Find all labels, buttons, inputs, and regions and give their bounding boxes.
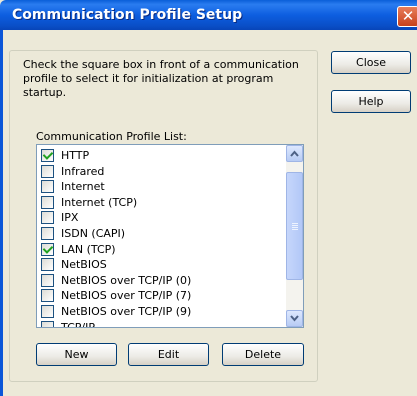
profile-checkbox[interactable] [41, 305, 54, 318]
edit-profile-button[interactable]: Edit [128, 343, 209, 366]
thumb-grip [292, 225, 298, 226]
profile-list-item[interactable]: ISDN (CAPI) [41, 226, 285, 242]
profile-checkbox[interactable] [41, 320, 54, 327]
profile-checkbox[interactable] [41, 149, 54, 162]
profile-label: IPX [61, 211, 79, 225]
window-title: Communication Profile Setup [12, 7, 243, 23]
profile-label: NetBIOS over TCP/IP (0) [61, 273, 192, 287]
thumb-grip [292, 227, 298, 228]
profile-list-item[interactable]: Infrared [41, 164, 285, 180]
profile-list-item[interactable]: Internet (TCP) [41, 195, 285, 211]
profile-list-item[interactable]: NetBIOS [41, 257, 285, 273]
profile-checkbox[interactable] [41, 273, 54, 287]
thumb-grip [292, 229, 298, 230]
profile-checkbox[interactable] [41, 227, 54, 240]
profile-label: Internet (TCP) [61, 195, 138, 209]
chevron-down-icon [290, 315, 299, 322]
profile-list-label: Communication Profile List: [36, 130, 187, 143]
close-button[interactable]: Close [331, 51, 411, 74]
profile-label: TCP/IP [61, 320, 95, 328]
profile-checkbox[interactable] [41, 180, 54, 194]
profile-checkbox[interactable] [41, 211, 54, 225]
chevron-up-icon [290, 150, 299, 157]
profile-label: ISDN (CAPI) [61, 227, 126, 240]
profile-listbox[interactable]: HTTP Infrared Internet Internet (TCP) IPX ISD… [36, 144, 304, 328]
help-button[interactable]: Help [331, 90, 411, 113]
window-close-button[interactable]: ✕ [397, 6, 417, 27]
profile-list-item[interactable]: IPX [41, 210, 285, 226]
profile-list-item[interactable]: Internet [41, 179, 285, 195]
scroll-down-button[interactable] [286, 310, 303, 327]
profile-label: LAN (TCP) [61, 242, 116, 256]
profile-list-item[interactable]: TCP/IP [41, 320, 285, 328]
profile-list-item[interactable]: NetBIOS over TCP/IP (7) [41, 288, 285, 304]
profile-checkbox[interactable] [41, 195, 54, 209]
profile-checkbox[interactable] [41, 242, 54, 256]
profile-label: HTTP [61, 149, 90, 162]
delete-profile-button[interactable]: Delete [222, 343, 304, 366]
profile-list-item[interactable]: HTTP [41, 148, 285, 164]
scroll-thumb[interactable] [286, 172, 303, 280]
instructions-text: Check the square box in front of a commu… [23, 58, 299, 99]
close-icon: ✕ [401, 7, 415, 25]
new-profile-button[interactable]: New [36, 343, 117, 366]
profile-label: Infrared [61, 164, 105, 178]
thumb-grip [292, 223, 298, 224]
title-bar[interactable]: Communication Profile Setup ✕ [0, 0, 417, 30]
profile-checkbox[interactable] [41, 289, 54, 303]
profile-list-item[interactable]: NetBIOS over TCP/IP (0) [41, 273, 285, 289]
scroll-up-button[interactable] [286, 145, 303, 162]
profile-label: Internet [61, 180, 105, 194]
vertical-scrollbar[interactable] [286, 145, 303, 327]
profile-checkbox[interactable] [41, 258, 54, 272]
profile-label: NetBIOS over TCP/IP (9) [61, 305, 192, 318]
profile-label: NetBIOS over TCP/IP (7) [61, 289, 192, 303]
profile-checkbox[interactable] [41, 164, 54, 178]
profile-list-item[interactable]: LAN (TCP) [41, 242, 285, 258]
profile-list-item[interactable]: NetBIOS over TCP/IP (9) [41, 304, 285, 320]
profile-label: NetBIOS [61, 258, 107, 272]
